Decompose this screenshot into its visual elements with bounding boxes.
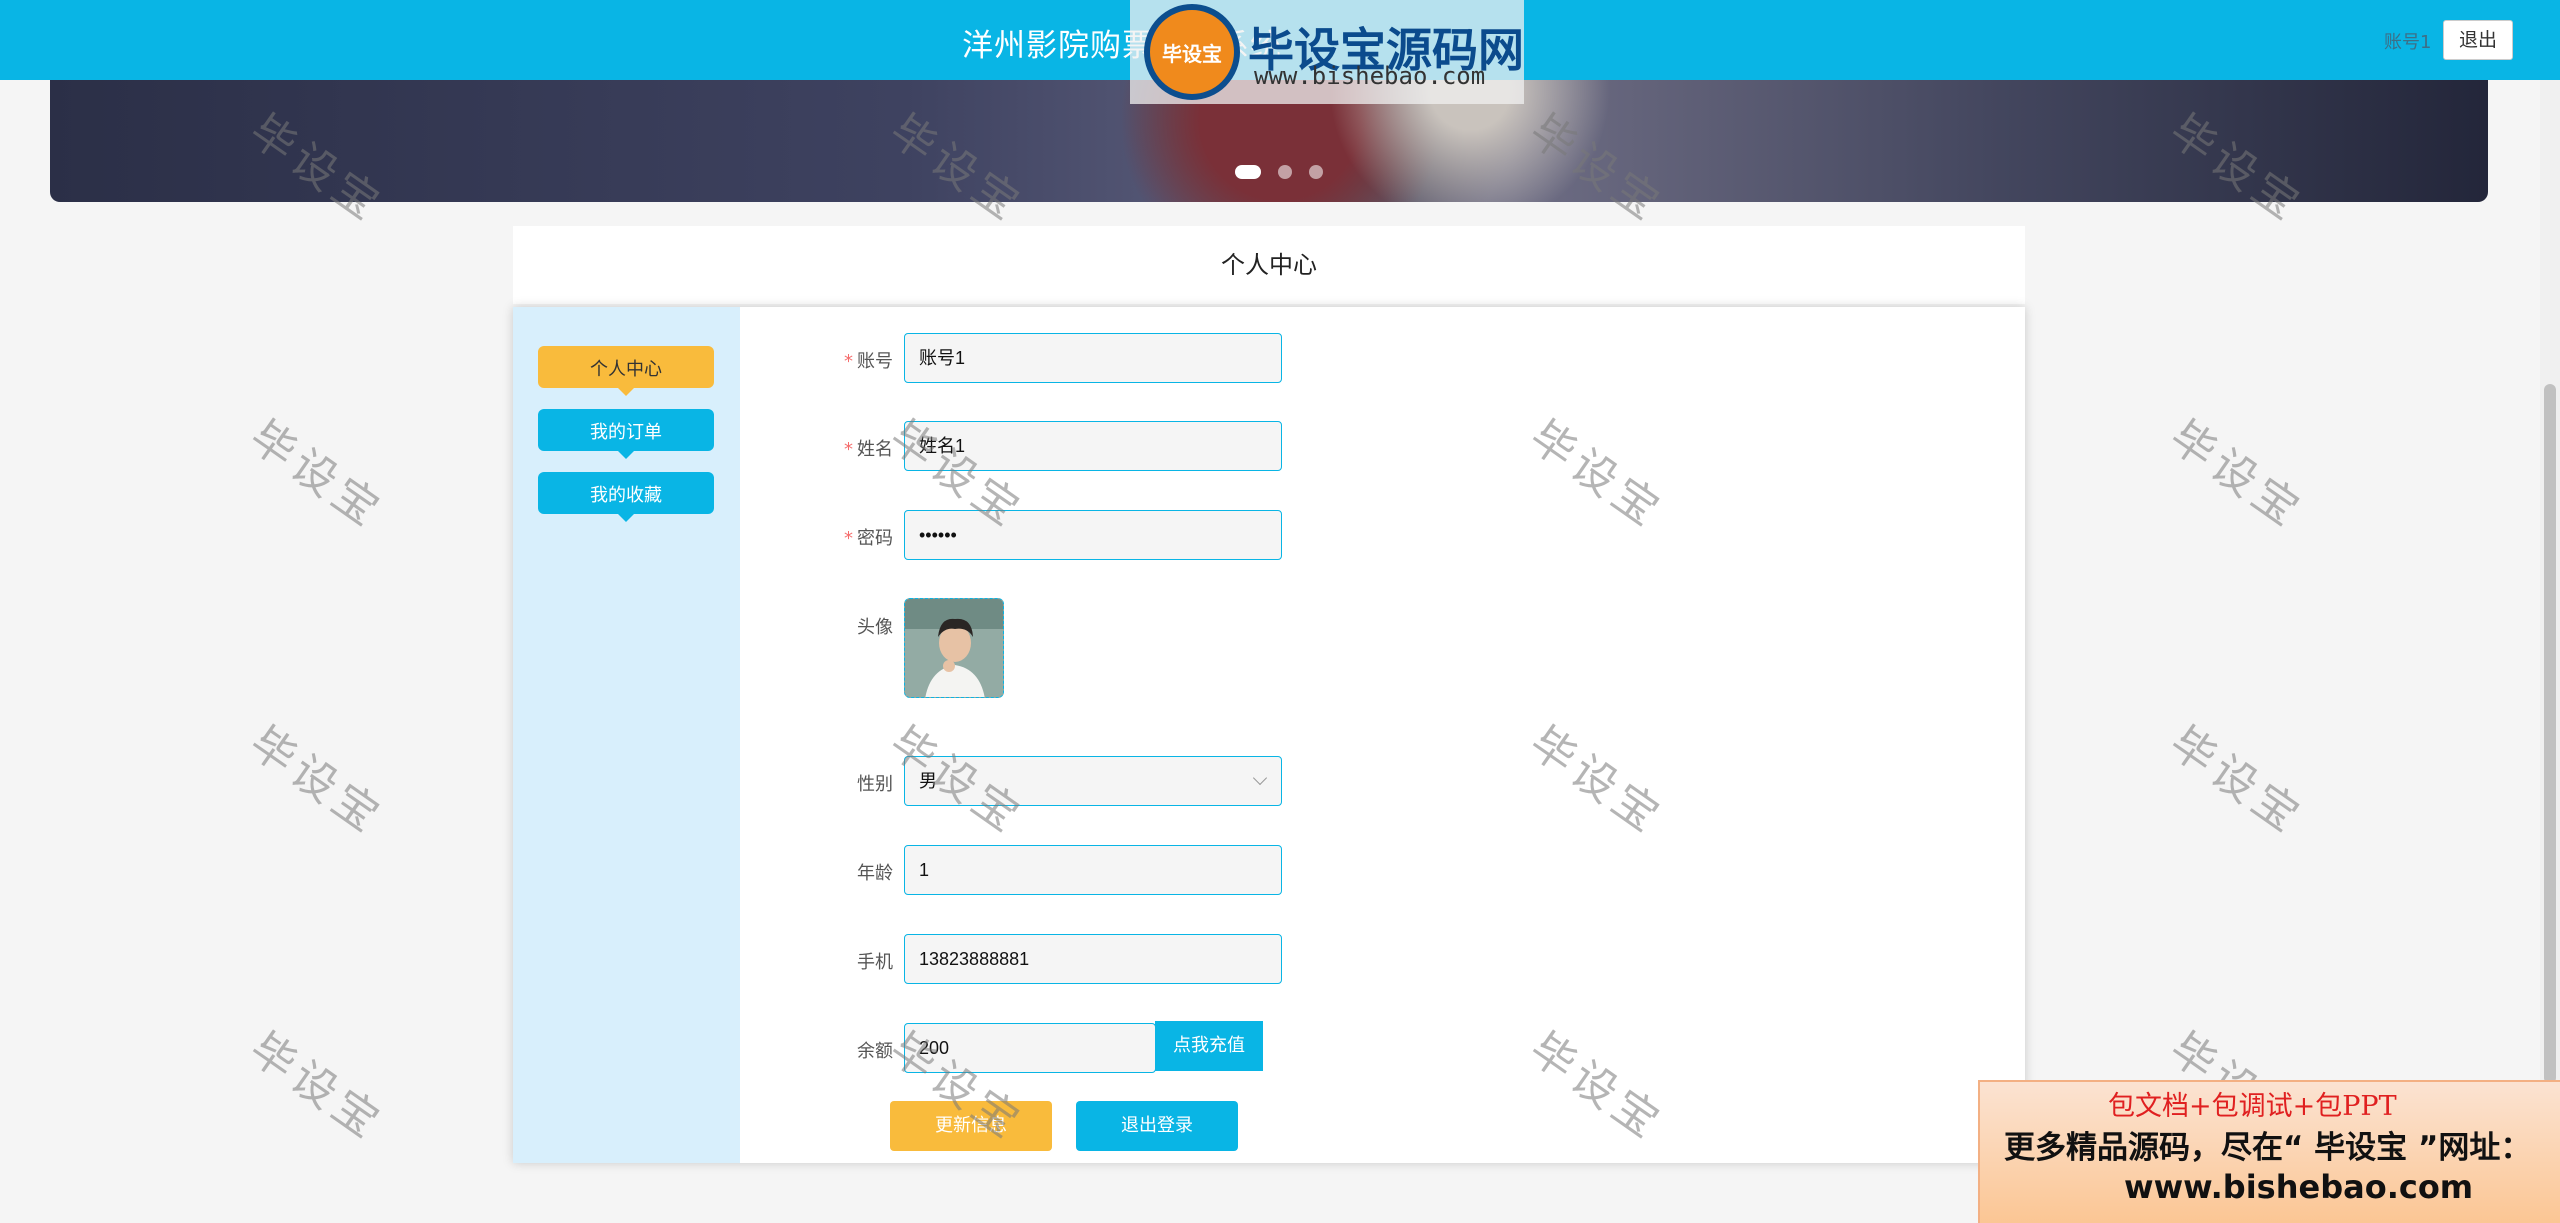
update-info-button[interactable]: 更新信息: [890, 1101, 1052, 1151]
name-label: * 姓名: [844, 439, 893, 460]
promo-line-2: 更多精品源码，尽在“ 毕设宝 ”网址：: [2004, 1130, 2532, 1166]
watermark-site-url: www.bishebao.com: [1254, 62, 1486, 90]
sidebar-item-orders[interactable]: 我的订单: [538, 409, 714, 459]
chevron-down-icon: [1252, 770, 1268, 786]
phone-field[interactable]: 13823888881: [904, 934, 1282, 984]
watermark-text: 毕设宝: [240, 717, 393, 845]
gender-select[interactable]: 男: [904, 756, 1282, 806]
carousel-dot[interactable]: [1278, 165, 1293, 179]
carousel-dot[interactable]: [1235, 165, 1261, 179]
recharge-button[interactable]: 点我充值: [1155, 1021, 1263, 1071]
password-label: * 密码: [844, 528, 893, 549]
account-label: * 账号: [844, 351, 893, 372]
profile-card: 个人中心 我的订单 我的收藏 * 账号 账号1 * 姓名 姓名1 * 密码 •••••…: [513, 307, 2025, 1163]
logout-button[interactable]: 退出: [2443, 20, 2513, 60]
current-account[interactable]: 账号1: [2384, 28, 2431, 54]
avatar[interactable]: [904, 598, 1004, 698]
sidebar-item-profile[interactable]: 个人中心: [538, 346, 714, 396]
account-field[interactable]: 账号1: [904, 333, 1282, 383]
name-field[interactable]: 姓名1: [904, 421, 1282, 471]
age-field[interactable]: 1: [904, 845, 1282, 895]
watermark-text: 毕设宝: [2160, 717, 2313, 845]
promo-line-1: 包文档+包调试+包PPT: [2108, 1091, 2397, 1122]
phone-label: 手机: [857, 952, 893, 973]
sidebar-item-favorites[interactable]: 我的收藏: [538, 472, 714, 522]
page-title: 个人中心: [513, 226, 2025, 304]
watermark-badge-text: 毕设宝: [1162, 42, 1222, 66]
balance-label: 余额: [857, 1041, 893, 1062]
watermark-text: 毕设宝: [240, 411, 393, 539]
carousel-indicators: [1235, 164, 1335, 183]
age-label: 年龄: [857, 863, 893, 884]
balance-field[interactable]: 200: [904, 1023, 1156, 1073]
gender-selected-value: 男: [919, 771, 937, 791]
avatar-image: [905, 599, 1003, 697]
gender-label: 性别: [857, 774, 893, 795]
watermark-text: 毕设宝: [240, 1023, 393, 1151]
promo-url[interactable]: www.bishebao.com: [2124, 1168, 2473, 1206]
page-scrollbar[interactable]: [2540, 0, 2560, 1223]
logout-account-button[interactable]: 退出登录: [1076, 1101, 1238, 1151]
promo-banner[interactable]: 包文档+包调试+包PPT 更多精品源码，尽在“ 毕设宝 ”网址： www.bis…: [1978, 1080, 2560, 1223]
watermark-text: 毕设宝: [2160, 411, 2313, 539]
avatar-label: 头像: [857, 617, 893, 638]
watermark-badge-icon: 毕设宝: [1144, 4, 1240, 100]
carousel-dot[interactable]: [1309, 165, 1324, 179]
watermark-logo: 毕设宝 毕设宝源码网 www.bishebao.com: [1130, 0, 1524, 104]
scrollbar-thumb[interactable]: [2544, 384, 2556, 1084]
sidebar: 个人中心 我的订单 我的收藏: [513, 307, 740, 1163]
password-field[interactable]: ••••••: [904, 510, 1282, 560]
